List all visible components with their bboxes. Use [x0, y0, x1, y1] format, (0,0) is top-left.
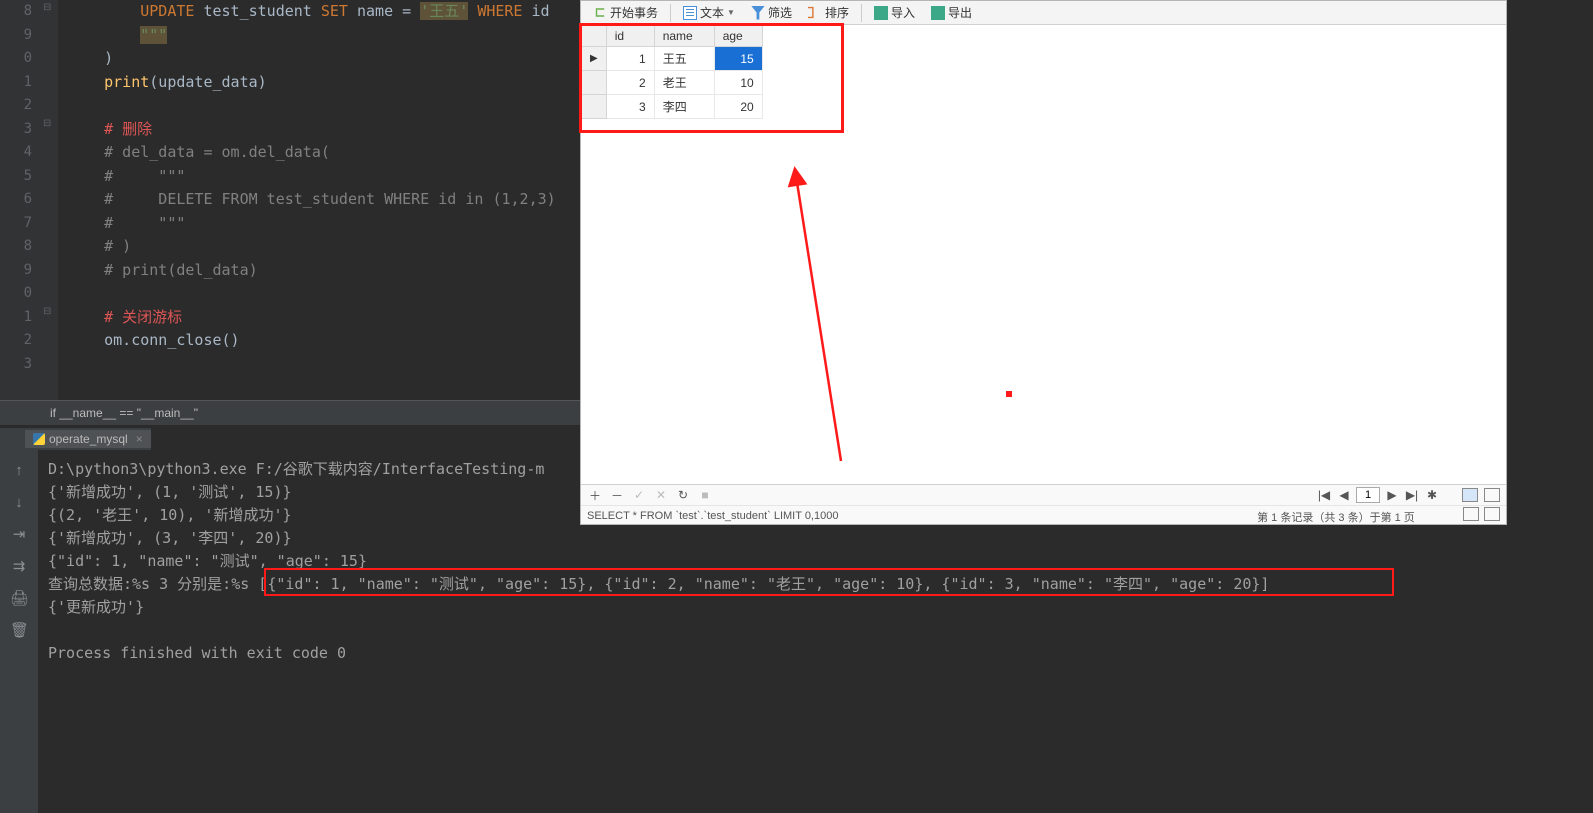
add-row-button[interactable]: ＋	[587, 487, 603, 504]
console-action-icon[interactable]: 🗑	[10, 622, 28, 640]
first-page-button[interactable]: |◀	[1316, 488, 1332, 502]
filter-label: 筛选	[768, 4, 792, 21]
console-action-icon[interactable]: ↓	[10, 494, 28, 512]
run-tab[interactable]: operate_mysql ×	[25, 430, 151, 448]
delete-row-button[interactable]: －	[609, 487, 625, 504]
stop-button[interactable]: ■	[697, 488, 713, 502]
page-input[interactable]	[1356, 487, 1380, 503]
filter-icon	[751, 6, 765, 20]
export-label: 导出	[948, 4, 972, 21]
grid-view-button[interactable]	[1462, 488, 1478, 502]
console-action-icon[interactable]: 🖨	[10, 590, 28, 608]
annotation-box	[264, 568, 1394, 596]
prev-page-button[interactable]: ◀	[1336, 488, 1352, 502]
form-view-button[interactable]	[1484, 488, 1500, 502]
cancel-button[interactable]: ✕	[653, 488, 669, 502]
sort-label: 排序	[825, 4, 849, 21]
fold-column[interactable]: ⊟ ⊟ ⊟	[40, 0, 58, 425]
export-icon	[931, 6, 945, 20]
begin-label: 开始事务	[610, 4, 658, 21]
settings-button[interactable]: ✱	[1424, 488, 1440, 502]
annotation-box	[579, 23, 844, 133]
close-icon[interactable]: ×	[136, 432, 143, 446]
run-tab-bar: operate_mysql ×	[0, 428, 151, 450]
text-button[interactable]: 文本▼	[677, 2, 741, 24]
transaction-icon	[593, 6, 607, 20]
console-toolbar: ↑ ↓ ⇥ ⇉ 🖨 🗑	[0, 450, 38, 813]
chevron-down-icon: ▼	[727, 8, 735, 17]
code-editor[interactable]: 8901234567890123 ⊟ ⊟ ⊟ UPDATE test_stude…	[0, 0, 580, 425]
view-mode-2[interactable]	[1484, 507, 1500, 521]
import-label: 导入	[891, 4, 915, 21]
apply-button[interactable]: ✓	[631, 488, 647, 502]
begin-transaction-button[interactable]: 开始事务	[587, 2, 664, 24]
console-action-icon[interactable]: ⇥	[10, 526, 28, 544]
line-gutter: 8901234567890123	[0, 0, 40, 425]
console-action-icon[interactable]: ↑	[10, 462, 28, 480]
separator	[670, 4, 671, 22]
text-label: 文本	[700, 4, 724, 21]
refresh-button[interactable]: ↻	[675, 488, 691, 502]
sql-preview: SELECT * FROM `test`.`test_student` LIMI…	[587, 510, 838, 522]
sort-button[interactable]: 排序	[802, 2, 855, 24]
sort-icon	[808, 6, 822, 20]
filter-button[interactable]: 筛选	[745, 2, 798, 24]
text-icon	[683, 6, 697, 20]
breadcrumb[interactable]: if __name__ == "__main__"	[0, 400, 580, 425]
next-page-button[interactable]: ▶	[1384, 488, 1400, 502]
data-grid[interactable]: idnameage▶1王五152老王103李四20	[581, 25, 1506, 119]
import-icon	[874, 6, 888, 20]
run-tab-label: operate_mysql	[49, 432, 128, 446]
navicat-window: 开始事务 文本▼ 筛选 排序 导入 导出 idnameage▶1王五152老王1…	[580, 0, 1507, 525]
import-button[interactable]: 导入	[868, 2, 921, 24]
python-icon	[33, 433, 45, 445]
navicat-statusbar: ＋ － ✓ ✕ ↻ ■ |◀ ◀ ▶ ▶| ✱ SELECT * FROM `t…	[581, 484, 1506, 524]
separator	[861, 4, 862, 22]
navicat-toolbar: 开始事务 文本▼ 筛选 排序 导入 导出	[581, 1, 1506, 25]
record-status: 第 1 条记录（共 3 条）于第 1 页	[1257, 512, 1415, 524]
console-action-icon[interactable]: ⇉	[10, 558, 28, 576]
view-mode-1[interactable]	[1463, 507, 1479, 521]
code-area[interactable]: UPDATE test_student SET name = '王五' WHER…	[58, 0, 580, 425]
last-page-button[interactable]: ▶|	[1404, 488, 1420, 502]
export-button[interactable]: 导出	[925, 2, 978, 24]
